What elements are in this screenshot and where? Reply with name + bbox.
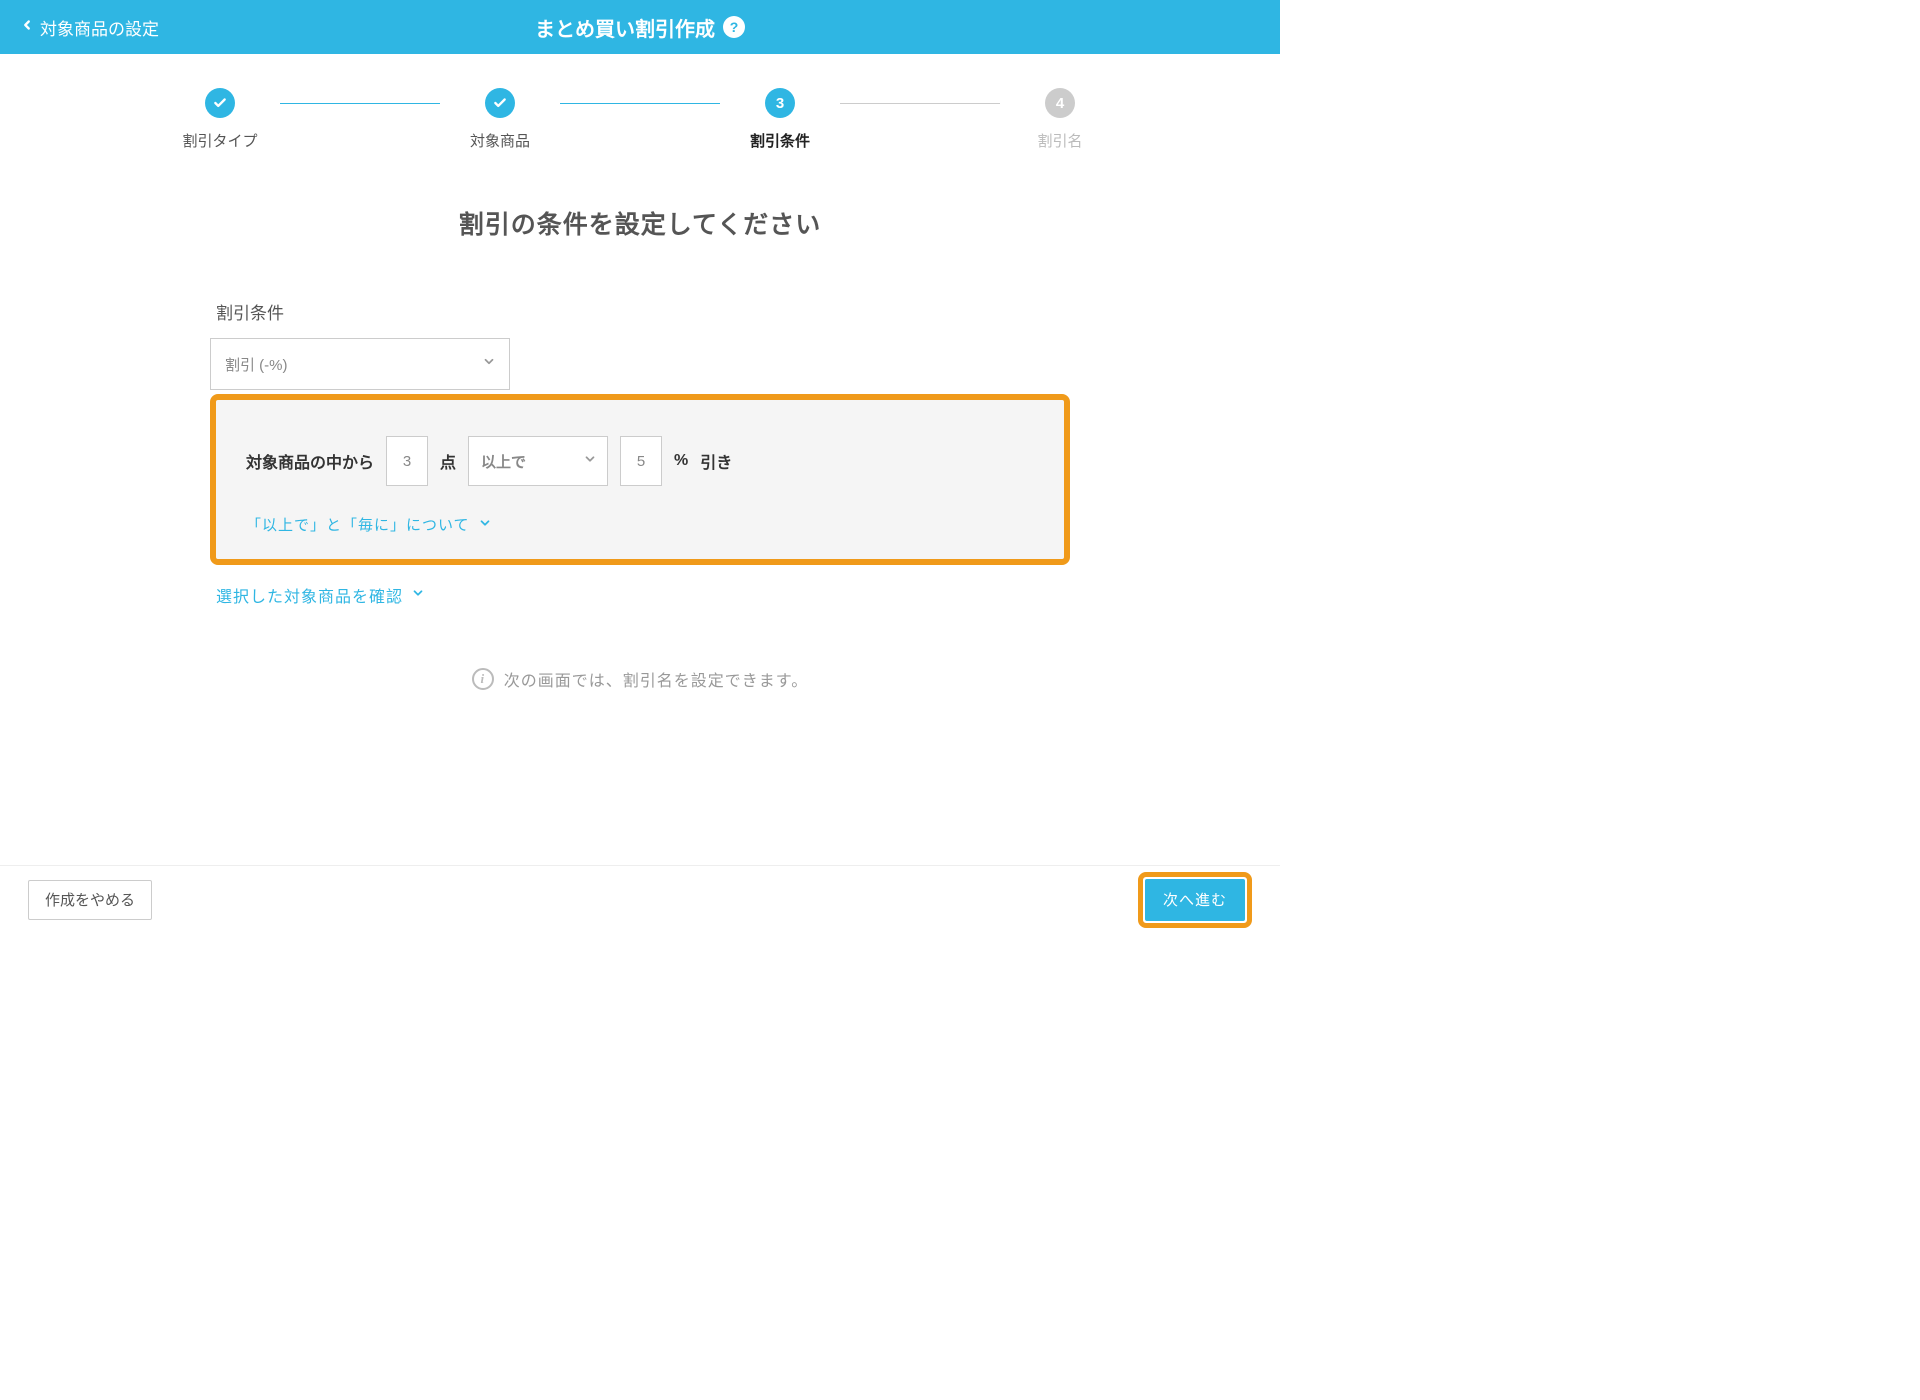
step-target-products: 対象商品 — [440, 88, 560, 151]
discount-type-value: 割引 (-%) — [225, 354, 288, 375]
info-icon: i — [472, 668, 494, 690]
confirm-products-text: 選択した対象商品を確認 — [216, 583, 403, 607]
app-header: 対象商品の設定 まとめ買い割引作成 ? — [0, 0, 1280, 54]
step-discount-name: 4 割引名 — [1000, 88, 1120, 151]
percent-symbol: % — [674, 452, 688, 470]
step-connector — [840, 103, 1000, 104]
suffix-label: 引き — [700, 449, 732, 473]
section-title: 割引の条件を設定してください — [210, 205, 1070, 241]
info-line: i 次の画面では、割引名を設定できます。 — [210, 667, 1070, 691]
cancel-button[interactable]: 作成をやめる — [28, 880, 152, 920]
chevron-down-icon — [411, 586, 425, 605]
quantity-input[interactable] — [386, 436, 428, 486]
page-title: まとめ買い割引作成 — [535, 13, 715, 42]
step-discount-condition: 3 割引条件 — [720, 88, 840, 151]
main-content: 割引の条件を設定してください 割引条件 割引 (-%) 対象商品の中から 点 以… — [190, 205, 1090, 691]
step-number: 4 — [1045, 88, 1075, 118]
condition-panel: 対象商品の中から 点 以上で % 引き 「以上で」と「毎に」について — [210, 394, 1070, 565]
info-text: 次の画面では、割引名を設定できます。 — [504, 667, 808, 691]
step-label: 割引タイプ — [182, 130, 257, 151]
step-label: 割引条件 — [750, 130, 810, 151]
chevron-down-icon — [478, 516, 492, 534]
next-button[interactable]: 次へ進む — [1145, 879, 1245, 921]
footer-bar: 作成をやめる 次へ進む — [0, 865, 1280, 933]
step-discount-type: 割引タイプ — [160, 88, 280, 151]
step-number: 3 — [765, 88, 795, 118]
operator-value: 以上で — [481, 451, 526, 472]
operator-select[interactable]: 以上で — [468, 436, 608, 486]
operator-help-text: 「以上で」と「毎に」について — [246, 514, 470, 535]
operator-help-link[interactable]: 「以上で」と「毎に」について — [246, 514, 492, 535]
chevron-left-icon — [20, 17, 34, 37]
condition-label: 割引条件 — [216, 299, 1070, 324]
help-icon[interactable]: ? — [723, 16, 745, 38]
step-label: 割引名 — [1037, 130, 1082, 151]
check-icon — [205, 88, 235, 118]
wizard-stepper: 割引タイプ 対象商品 3 割引条件 4 割引名 — [0, 88, 1280, 151]
confirm-products-link[interactable]: 選択した対象商品を確認 — [216, 583, 425, 607]
unit-label: 点 — [440, 449, 456, 473]
back-button[interactable]: 対象商品の設定 — [20, 15, 159, 40]
back-label: 対象商品の設定 — [40, 15, 159, 40]
percent-input[interactable] — [620, 436, 662, 486]
check-icon — [485, 88, 515, 118]
step-connector — [280, 103, 440, 104]
next-button-highlight: 次へ進む — [1138, 872, 1252, 928]
step-label: 対象商品 — [470, 130, 530, 151]
discount-type-select[interactable]: 割引 (-%) — [210, 338, 510, 390]
step-connector — [560, 103, 720, 104]
row-prefix-text: 対象商品の中から — [246, 449, 374, 473]
chevron-down-icon — [583, 452, 597, 470]
